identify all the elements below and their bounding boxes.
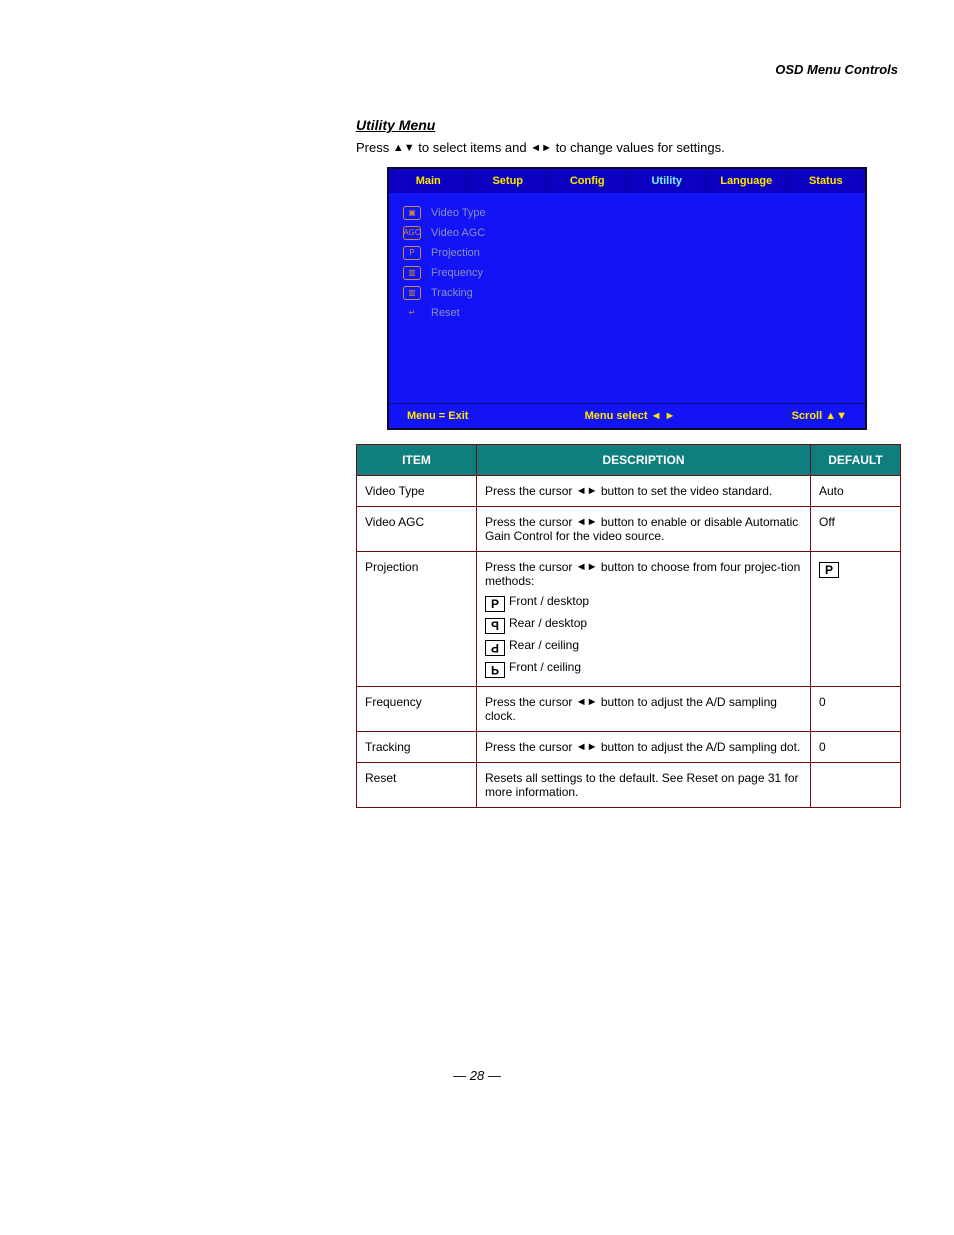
video-type-icon: ▣ (403, 206, 421, 220)
left-right-arrows-icon: ◄► (530, 142, 552, 154)
tracking-icon: ▥ (403, 286, 421, 300)
intro-paragraph: Press ▲▼ to select items and ◄► to chang… (356, 139, 898, 157)
left-right-arrows-icon: ◄► (576, 741, 598, 753)
cell-default: P (811, 551, 901, 686)
table-row: Tracking Press the cursor ◄► button to a… (357, 731, 901, 762)
osd-item-label: Reset (431, 307, 460, 319)
page-number: — 28 — (56, 1068, 898, 1083)
table-header-row: ITEM DESCRIPTION DEFAULT (357, 444, 901, 475)
reset-icon: ↵ (403, 306, 421, 320)
osd-tab-main[interactable]: Main (389, 169, 469, 193)
cell-item: Projection (357, 551, 477, 686)
proj-option: PFront / ceiling (485, 660, 802, 678)
cell-item: Video Type (357, 475, 477, 506)
osd-item-tracking[interactable]: ▥ Tracking (403, 283, 851, 303)
utility-menu-heading: Utility Menu (356, 117, 898, 133)
osd-item-video-agc[interactable]: AGC Video AGC (403, 223, 851, 243)
cell-default: 0 (811, 686, 901, 731)
cell-item: Reset (357, 762, 477, 807)
osd-item-label: Video AGC (431, 227, 485, 239)
osd-item-frequency[interactable]: ▥ Frequency (403, 263, 851, 283)
osd-footer: Menu = Exit Menu select ◄ ► Scroll ▲▼ (389, 403, 865, 428)
osd-screenshot: Main Setup Config Utility Language Statu… (387, 167, 867, 430)
left-right-arrows-icon: ◄► (576, 516, 598, 528)
osd-tab-language[interactable]: Language (707, 169, 787, 193)
cell-item: Frequency (357, 686, 477, 731)
table-row: Frequency Press the cursor ◄► button to … (357, 686, 901, 731)
proj-icon-front-ceiling: P (485, 662, 505, 678)
proj-option: PRear / desktop (485, 616, 802, 634)
osd-body: ▣ Video Type AGC Video AGC P Projection … (389, 193, 865, 403)
osd-item-label: Tracking (431, 287, 473, 299)
video-agc-icon: AGC (403, 226, 421, 240)
osd-tab-setup[interactable]: Setup (469, 169, 549, 193)
osd-item-projection[interactable]: P Projection (403, 243, 851, 263)
utility-menu-table: ITEM DESCRIPTION DEFAULT Video Type Pres… (356, 444, 901, 808)
page-section-label: OSD Menu Controls (775, 62, 898, 77)
cell-desc: Resets all settings to the default. See … (477, 762, 811, 807)
cell-desc: Press the cursor ◄► button to choose fro… (477, 551, 811, 686)
table-row: Projection Press the cursor ◄► button to… (357, 551, 901, 686)
table-row: Video AGC Press the cursor ◄► button to … (357, 506, 901, 551)
col-item: ITEM (357, 444, 477, 475)
osd-tab-bar: Main Setup Config Utility Language Statu… (389, 169, 865, 193)
proj-option: PRear / ceiling (485, 638, 802, 656)
cell-item: Tracking (357, 731, 477, 762)
osd-item-label: Frequency (431, 267, 483, 279)
osd-item-reset[interactable]: ↵ Reset (403, 303, 851, 323)
cell-desc: Press the cursor ◄► button to adjust the… (477, 731, 811, 762)
proj-icon-default: P (819, 562, 839, 578)
left-right-arrows-icon: ◄► (576, 696, 598, 708)
cell-item: Video AGC (357, 506, 477, 551)
cell-default: Auto (811, 475, 901, 506)
table-row: Reset Resets all settings to the default… (357, 762, 901, 807)
osd-tab-status[interactable]: Status (787, 169, 866, 193)
col-default: DEFAULT (811, 444, 901, 475)
cell-default (811, 762, 901, 807)
cell-desc: Press the cursor ◄► button to adjust the… (477, 686, 811, 731)
proj-icon-rear-ceiling: P (485, 640, 505, 656)
cell-desc: Press the cursor ◄► button to set the vi… (477, 475, 811, 506)
frequency-icon: ▥ (403, 266, 421, 280)
osd-item-label: Video Type (431, 207, 486, 219)
osd-footer-exit: Menu = Exit (407, 410, 468, 422)
osd-footer-scroll: Scroll ▲▼ (792, 410, 847, 422)
cell-desc: Press the cursor ◄► button to enable or … (477, 506, 811, 551)
osd-item-label: Projection (431, 247, 480, 259)
osd-tab-config[interactable]: Config (548, 169, 628, 193)
left-right-arrows-icon: ◄► (576, 485, 598, 497)
osd-item-video-type[interactable]: ▣ Video Type (403, 203, 851, 223)
osd-footer-select: Menu select ◄ ► (585, 410, 676, 422)
proj-icon-rear-desktop: P (485, 618, 505, 634)
proj-option: PFront / desktop (485, 594, 802, 612)
left-right-arrows-icon: ◄► (576, 561, 598, 573)
projection-icon: P (403, 246, 421, 260)
osd-tab-utility[interactable]: Utility (628, 169, 708, 193)
proj-icon-front-desktop: P (485, 596, 505, 612)
cell-default: 0 (811, 731, 901, 762)
cell-default: Off (811, 506, 901, 551)
table-row: Video Type Press the cursor ◄► button to… (357, 475, 901, 506)
col-description: DESCRIPTION (477, 444, 811, 475)
up-down-arrows-icon: ▲▼ (393, 142, 415, 154)
